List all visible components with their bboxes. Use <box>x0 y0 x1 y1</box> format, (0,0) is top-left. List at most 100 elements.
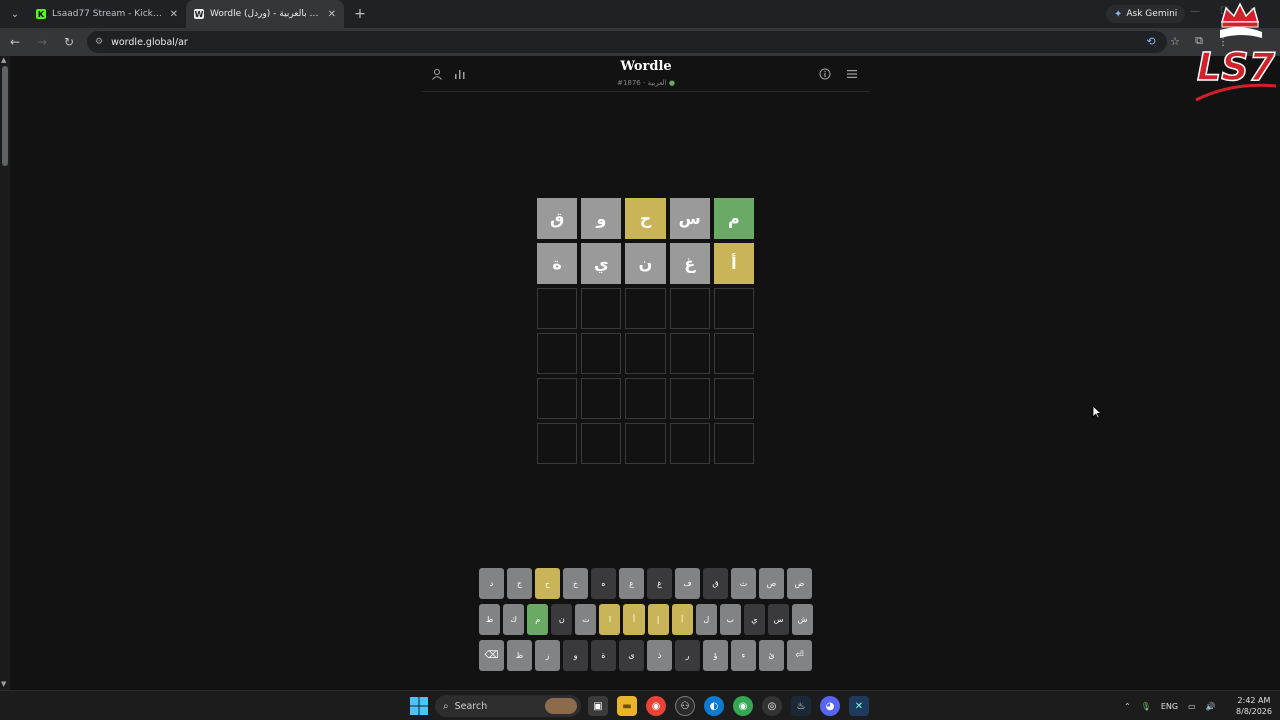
board-tile <box>537 333 578 374</box>
taskbar-clock[interactable]: 2:42 AM 8/8/2026 <box>1232 695 1276 717</box>
app-icon[interactable]: ⚇ <box>675 696 695 716</box>
keyboard-key[interactable]: ط <box>479 604 501 635</box>
game-subtitle: #1876 · العربية ● <box>422 79 870 87</box>
keyboard-key[interactable]: ت <box>575 604 597 635</box>
microphone-icon[interactable]: 🎙 <box>1141 702 1151 711</box>
chrome-alt-icon[interactable]: ◉ <box>733 696 753 716</box>
bookmark-star-icon[interactable]: ☆ <box>1166 32 1184 50</box>
close-icon[interactable]: ✕ <box>170 9 178 20</box>
discord-icon[interactable]: ◕ <box>820 696 840 716</box>
keyboard-key[interactable]: ش <box>792 604 814 635</box>
taskbar-search-box[interactable]: ⌕ Search <box>435 695 581 717</box>
info-icon[interactable] <box>818 67 832 81</box>
hamburger-menu-icon[interactable] <box>845 67 859 81</box>
keyboard-row: طكمنتاأإآلبيسش <box>479 604 814 635</box>
keyboard-key[interactable]: ذ <box>647 640 672 671</box>
keyboard-key[interactable]: ا <box>599 604 621 635</box>
keyboard-key[interactable]: ل <box>695 604 717 635</box>
keyboard-key[interactable]: ء <box>731 640 756 671</box>
address-bar[interactable]: ⚙ wordle.global/ar <box>87 31 1167 53</box>
mouse-cursor-icon <box>1092 405 1103 423</box>
board-tile: ن <box>625 243 666 284</box>
keyboard-key[interactable]: ن <box>551 604 573 635</box>
edge-icon[interactable]: ◐ <box>704 696 724 716</box>
keyboard-key[interactable]: د <box>479 568 504 599</box>
forward-arrow-icon[interactable]: → <box>30 30 54 54</box>
keyboard-key[interactable]: و <box>563 640 588 671</box>
keyboard-key[interactable]: ف <box>675 568 700 599</box>
board-row <box>537 288 755 329</box>
search-highlight-image <box>545 698 577 714</box>
task-view-icon[interactable]: ▣ <box>588 696 608 716</box>
board-tile <box>625 423 666 464</box>
keyboard-key[interactable]: ق <box>703 568 728 599</box>
obs-icon[interactable]: ◎ <box>762 696 782 716</box>
board-tile <box>625 288 666 329</box>
keyboard-key[interactable]: ع <box>619 568 644 599</box>
new-tab-button[interactable]: + <box>348 2 372 26</box>
board-tile <box>625 378 666 419</box>
page-content: ▲ ▼ Wordle #1876 · العربية ● ق و ح س م ة ي ن غ أ… <box>0 56 1280 690</box>
back-arrow-icon[interactable]: ← <box>3 30 27 54</box>
volume-icon[interactable]: 🔊 <box>1206 702 1216 711</box>
scrollbar-thumb[interactable] <box>2 66 8 166</box>
network-icon[interactable]: ▭ <box>1188 702 1196 711</box>
ask-gemini-button[interactable]: ✦ Ask Gemini <box>1106 5 1186 23</box>
tab-search-chevron-icon[interactable]: ⌄ <box>2 1 28 27</box>
board-tile: م <box>713 198 755 239</box>
keyboard-key[interactable]: ؤ <box>703 640 728 671</box>
windows-start-icon[interactable] <box>410 697 428 715</box>
keyboard-key[interactable]: ة <box>591 640 616 671</box>
tab-kick[interactable]: K Lsaad77 Stream - Kick Dashboa ✕ <box>28 0 186 28</box>
board-tile <box>537 288 578 329</box>
game-header: Wordle #1876 · العربية ● <box>422 56 870 92</box>
scrollbar[interactable]: ▲ ▼ <box>0 56 10 690</box>
scroll-up-icon[interactable]: ▲ <box>1 56 6 64</box>
search-icon: ⌕ <box>443 700 449 712</box>
board-tile <box>669 288 710 329</box>
tab-title: Lsaad77 Stream - Kick Dashboa <box>52 9 164 19</box>
keyboard-key[interactable]: ب <box>719 604 741 635</box>
clock-time: 2:42 AM <box>1237 696 1271 705</box>
board-tile <box>669 378 710 419</box>
scroll-down-icon[interactable]: ▼ <box>1 680 6 688</box>
clock-date: 8/8/2026 <box>1236 707 1272 716</box>
keyboard-key[interactable]: ض <box>787 568 812 599</box>
keyboard-key[interactable]: غ <box>647 568 672 599</box>
keyboard-key[interactable]: ي <box>743 604 765 635</box>
chevron-up-icon[interactable]: ⌃ <box>1124 702 1131 711</box>
steam-icon[interactable]: ♨ <box>791 696 811 716</box>
keyboard-key[interactable]: أ <box>623 604 645 635</box>
url-text: wordle.global/ar <box>111 36 188 48</box>
keyboard-key[interactable]: ز <box>535 640 560 671</box>
keyboard-key[interactable]: م <box>527 604 549 635</box>
board-tile: ق <box>537 198 578 239</box>
enter-key[interactable]: ⏎ <box>787 640 812 671</box>
keyboard-key[interactable]: إ <box>647 604 669 635</box>
keyboard-key[interactable]: خ <box>563 568 588 599</box>
keyboard-key[interactable]: ص <box>759 568 784 599</box>
streamer-logo: LS7 <box>1192 0 1280 104</box>
keyboard-key[interactable]: آ <box>671 604 693 635</box>
keyboard-key[interactable]: ى <box>619 640 644 671</box>
keyboard-key[interactable]: ظ <box>507 640 532 671</box>
file-explorer-icon[interactable]: ▬ <box>617 696 637 716</box>
keyboard-key[interactable]: ئ <box>759 640 784 671</box>
close-icon[interactable]: ✕ <box>328 9 336 20</box>
chrome-icon[interactable]: ◉ <box>646 696 666 716</box>
site-info-icon[interactable]: ⚙ <box>95 37 103 47</box>
translate-icon[interactable]: ⟲ <box>1142 32 1160 50</box>
keyboard-key[interactable]: ث <box>731 568 756 599</box>
keyboard-key[interactable]: ج <box>507 568 532 599</box>
keyboard-key[interactable]: س <box>767 604 790 635</box>
keyboard-key[interactable]: ح <box>535 568 560 599</box>
keyboard-key[interactable]: ه <box>591 568 616 599</box>
keyboard-key[interactable]: ر <box>675 640 700 671</box>
app-x-icon[interactable]: ✕ <box>849 696 869 716</box>
language-indicator[interactable]: ENG <box>1161 702 1178 711</box>
tab-wordle[interactable]: W Wordle (وردل) - اليومية بالعربية ✕ <box>186 0 344 28</box>
backspace-key[interactable]: ⌫ <box>479 640 504 671</box>
reload-icon[interactable]: ↻ <box>57 30 81 54</box>
keyboard-key[interactable]: ك <box>503 604 525 635</box>
windows-taskbar: ⌕ Search ▣ ▬ ◉ ⚇ ◐ ◉ ◎ ♨ ◕ ✕ ⌃ 🎙 ENG ▭ 🔊… <box>0 690 1280 720</box>
